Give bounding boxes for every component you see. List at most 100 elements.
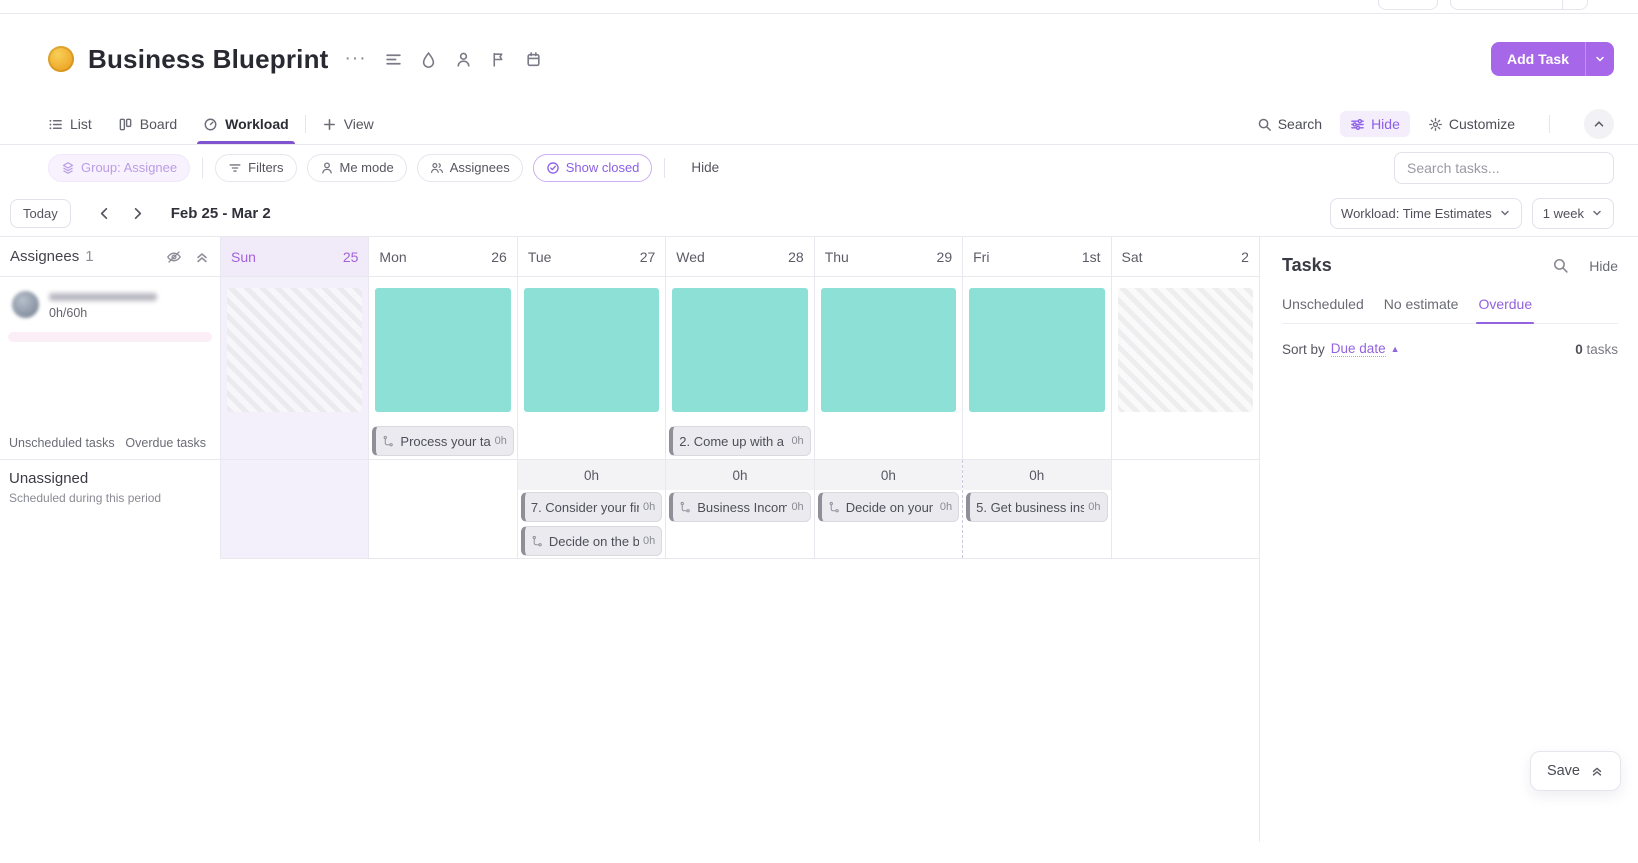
flag-icon[interactable] [490,51,507,68]
day-name: Tue [528,249,552,265]
day-name: Fri [973,249,989,265]
person-icon [320,161,334,175]
day-header: Mon26 [369,237,516,277]
search-tasks-input[interactable] [1394,152,1614,184]
unassigned-total-cell: 0h [666,460,813,490]
show-closed-pill[interactable]: Show closed [533,154,653,182]
task-chip-title: Decide on the bes... [549,534,639,549]
partial-button-1[interactable] [1378,0,1438,10]
align-left-icon[interactable] [385,51,402,68]
chevron-right-icon[interactable] [130,206,145,221]
add-task-dropdown[interactable] [1586,42,1614,76]
tasks-panel-tabs: Unscheduled No estimate Overdue [1282,296,1618,324]
tab-overdue[interactable]: Overdue [1478,296,1532,323]
day-number: 29 [937,249,953,265]
double-chevron-up-icon [1590,764,1604,778]
subtask-icon [382,435,395,448]
overdue-tasks-label[interactable]: Overdue tasks [125,436,206,450]
tab-workload-label: Workload [225,116,289,132]
today-button[interactable]: Today [10,199,71,228]
day-task-row [815,423,962,459]
unassigned-sidebar: Unassigned Scheduled during this period [0,460,220,559]
task-chip[interactable]: 7. Consider your fina...0h [521,492,662,522]
people-icon [430,161,444,175]
workload-mode-label: Workload: Time Estimates [1341,206,1492,221]
day-task-row: Process your tax r...0h [369,423,516,459]
hide-button[interactable]: Hide [1340,111,1410,137]
chevron-left-icon[interactable] [97,206,112,221]
group-by-pill[interactable]: Group: Assignee [48,154,190,182]
task-chip[interactable]: Process your tax r...0h [372,426,513,456]
add-task-button[interactable]: Add Task [1491,42,1614,76]
me-mode-pill[interactable]: Me mode [307,154,407,182]
task-count-number: 0 [1575,342,1583,357]
unassigned-column-thu: 0hDecide on your br...0h [814,460,962,558]
task-chip-estimate: 0h [643,535,655,547]
search-button[interactable]: Search [1257,116,1322,132]
tasks-panel: Tasks Hide Unscheduled No estimate Overd… [1259,237,1638,842]
task-chip-estimate: 0h [940,501,952,513]
task-chip[interactable]: 5. Get business insur...0h [966,492,1107,522]
task-chip[interactable]: 2. Come up with a n...0h [669,426,810,456]
collapse-header-button[interactable] [1584,109,1614,139]
assignees-label: Assignees [450,160,510,175]
filters-pill[interactable]: Filters [215,154,296,182]
unscheduled-tasks-label[interactable]: Unscheduled tasks [9,436,115,450]
eye-off-icon[interactable] [166,249,182,265]
collapse-all-icon[interactable] [194,249,210,265]
unassigned-column-sat [1111,460,1259,558]
assignee-row[interactable]: 0h/60h [0,277,220,320]
period-label: 1 week [1543,206,1584,221]
sort-direction-icon[interactable]: ▲ [1391,344,1400,354]
tab-unscheduled[interactable]: Unscheduled [1282,296,1364,323]
unassigned-title: Unassigned [9,470,210,487]
show-closed-label: Show closed [566,160,640,175]
add-view-button[interactable]: View [322,104,374,144]
user-icon[interactable] [455,51,472,68]
tasks-panel-hide-button[interactable]: Hide [1589,258,1618,274]
unassigned-total-cell [369,460,516,490]
grid-assignee-columns: Sun25Mon26Process your tax r...0hTue27We… [220,237,1259,459]
customize-button[interactable]: Customize [1428,116,1515,132]
tab-board[interactable]: Board [118,104,177,144]
day-task-row [221,423,368,459]
partial-button-2[interactable] [1450,0,1588,10]
unassigned-subtitle: Scheduled during this period [9,491,210,505]
day-number: 1st [1082,249,1101,265]
drop-icon[interactable] [420,51,437,68]
save-button[interactable]: Save [1530,751,1621,791]
sidebar-count: 1 [85,248,93,265]
search-icon[interactable] [1552,257,1569,274]
day-column-sat: Sat2 [1111,237,1259,459]
chevron-up-icon [1592,117,1606,131]
group-by-label: Group: Assignee [81,160,177,175]
task-chip[interactable]: Business Income ...0h [669,492,810,522]
task-chip-estimate: 0h [643,501,655,513]
day-task-row [963,423,1110,459]
calendar-icon[interactable] [525,51,542,68]
tab-no-estimate[interactable]: No estimate [1384,296,1459,323]
workload-mode-select[interactable]: Workload: Time Estimates [1330,198,1522,229]
unassigned-total-cell [1112,460,1259,490]
unassigned-column-fri: 0h5. Get business insur...0h [962,460,1110,558]
date-range-label: Feb 25 - Mar 2 [171,205,271,222]
assignees-pill[interactable]: Assignees [417,154,523,182]
tab-workload[interactable]: Workload [203,104,289,144]
task-chip-title: 5. Get business insur... [976,500,1084,515]
plus-icon [322,117,337,132]
capacity-block [375,288,510,412]
day-number: 26 [491,249,507,265]
sort-field-button[interactable]: Due date [1331,341,1386,357]
hide-filters-button[interactable]: Hide [691,160,719,175]
sidebar-title: Assignees [10,248,79,265]
unassigned-column-wed: 0hBusiness Income ...0h [665,460,813,558]
task-chip[interactable]: Decide on the bes... 0h [521,526,662,556]
period-select[interactable]: 1 week [1532,198,1614,229]
ellipsis-icon[interactable]: ··· [345,54,367,64]
task-chip[interactable]: Decide on your br...0h [818,492,959,522]
day-header: Thu29 [815,237,962,277]
tab-list[interactable]: List [48,104,92,144]
filters-label: Filters [248,160,283,175]
tab-board-label: Board [140,116,177,132]
subtask-icon [531,535,544,548]
